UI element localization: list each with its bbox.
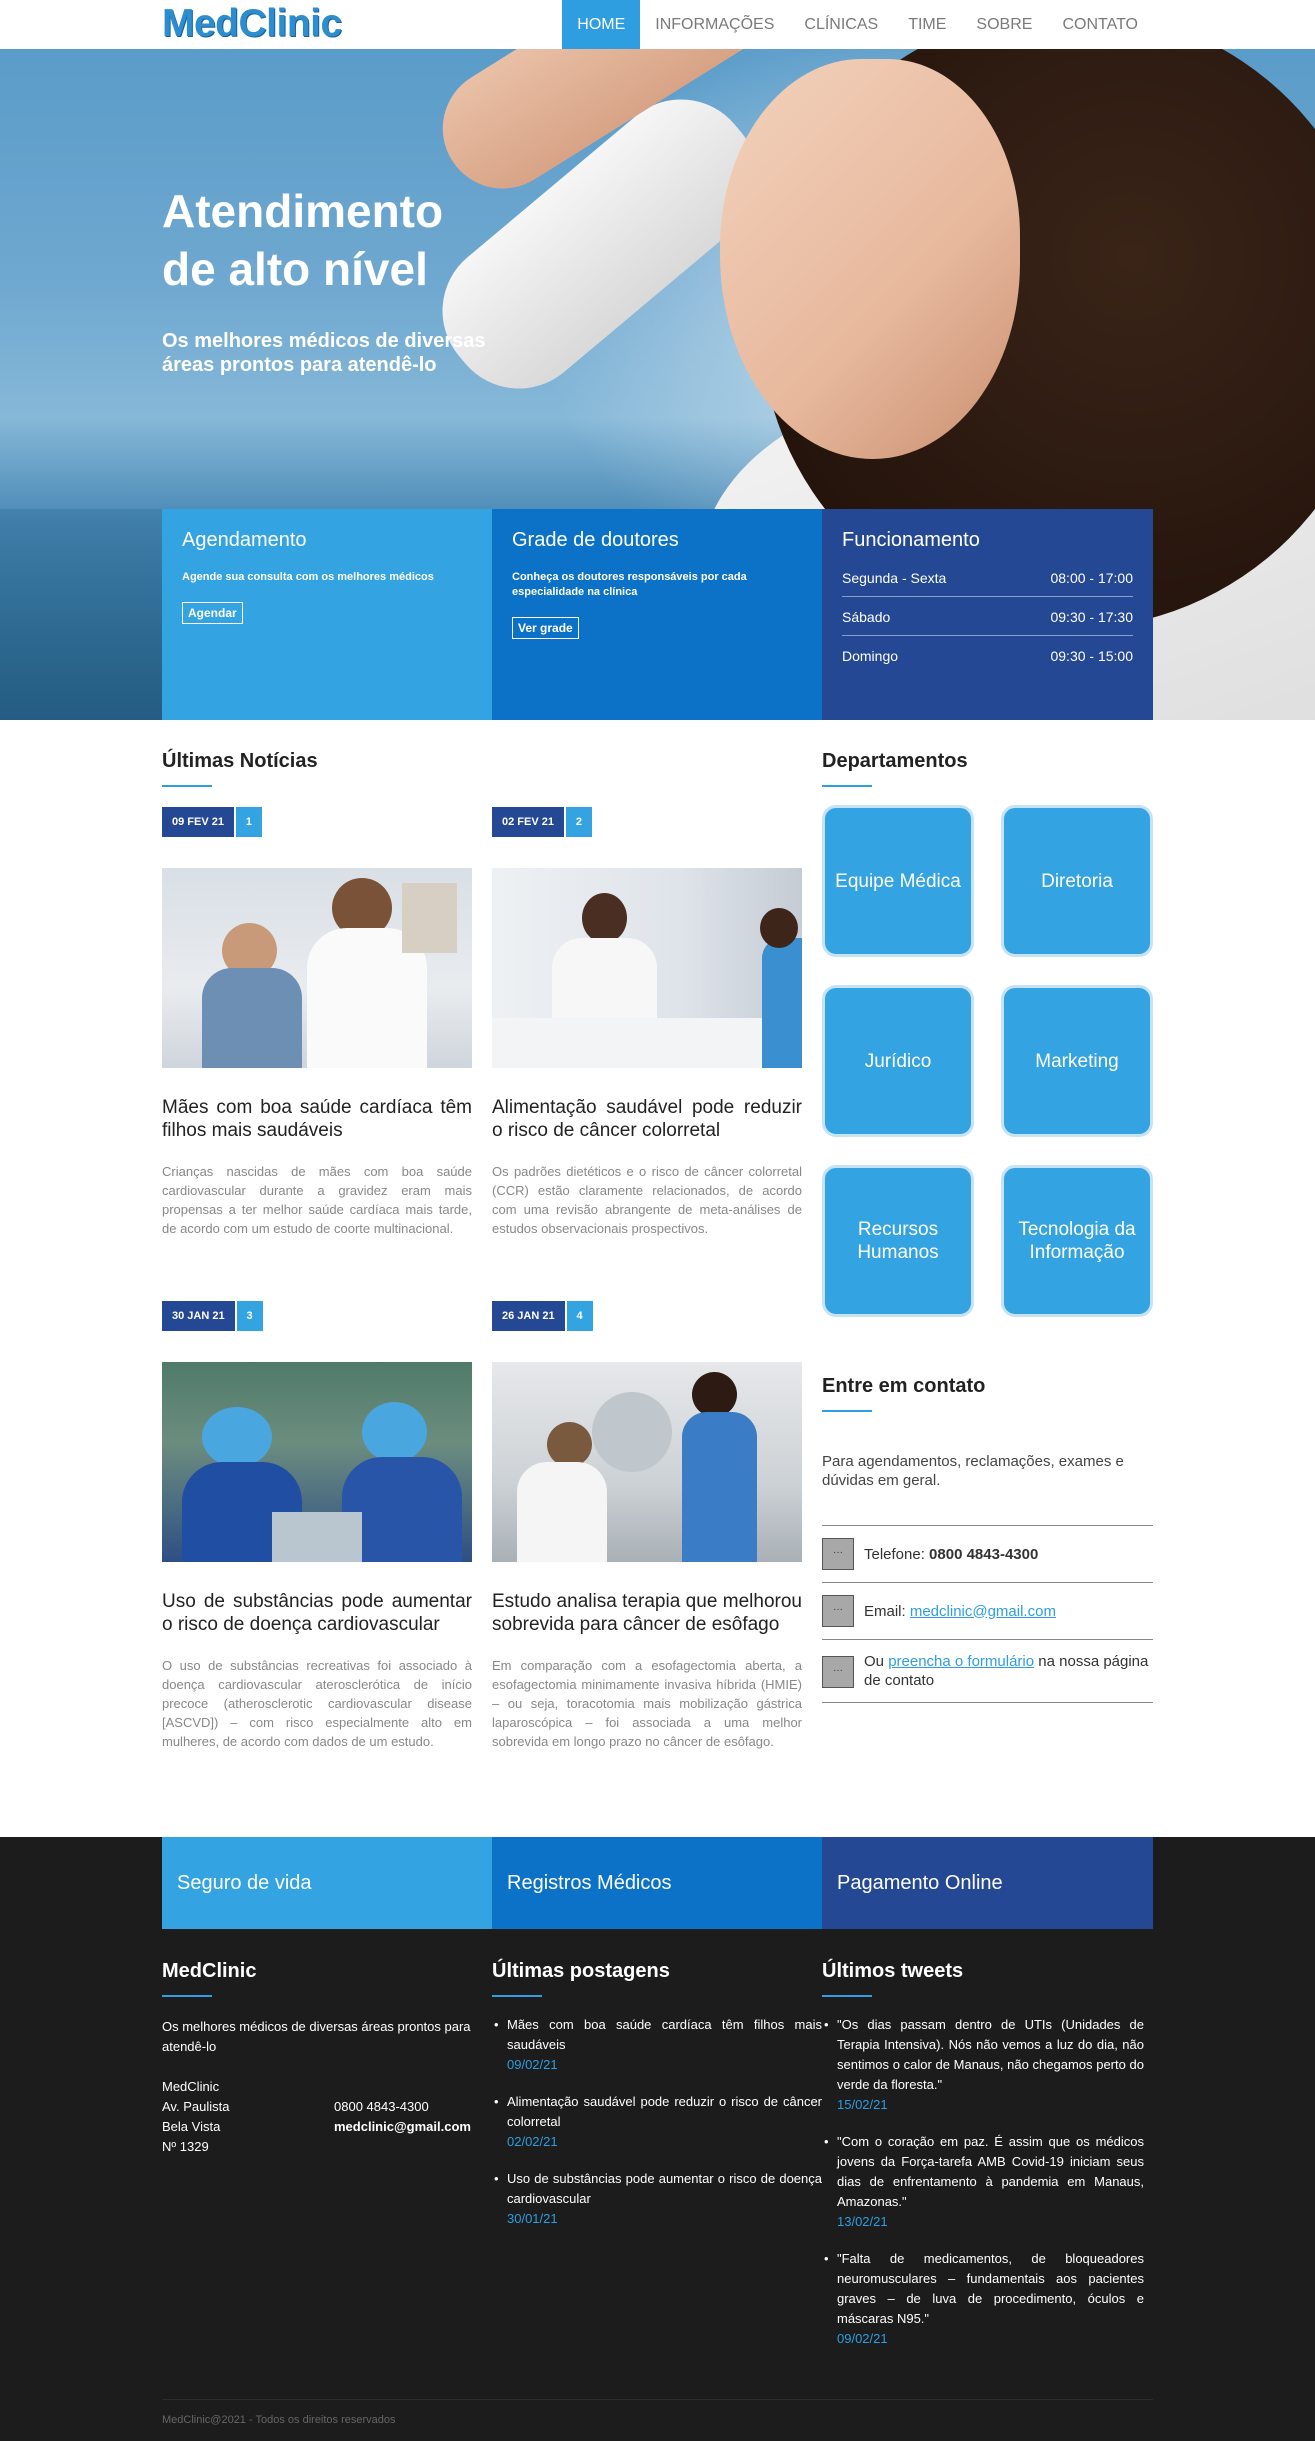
- hero-subtitle: Os melhores médicos de diversas áreas pr…: [162, 330, 486, 376]
- info-boxes: Agendamento Agende sua consulta com os m…: [162, 509, 1153, 720]
- footer-about-text: Os melhores médicos de diversas áreas pr…: [162, 2019, 471, 2054]
- nav-clinicas[interactable]: CLÍNICAS: [789, 0, 893, 49]
- departments-title: Departamentos: [822, 750, 968, 772]
- agendar-button[interactable]: Agendar: [182, 602, 243, 624]
- news-headline[interactable]: Mães com boa saúde cardíaca têm filhos m…: [162, 1096, 472, 1142]
- news-card[interactable]: 09 FEV 21 1 Mães com boa saúde cardíaca t…: [162, 807, 472, 1238]
- agendamento-box: Agendamento Agende sua consulta com os m…: [162, 509, 492, 720]
- main-nav: HOME INFORMAÇÕES CLÍNICAS TIME SOBRE CON…: [562, 0, 1153, 49]
- contact-email: ··· Email: medclinic@gmail.com: [822, 1583, 1153, 1640]
- departments-section: Departamentos Equipe Médica Diretoria Ju…: [822, 750, 1153, 1317]
- news-headline[interactable]: Alimentação saudável pode reduzir o risc…: [492, 1096, 802, 1142]
- footer-about-title: MedClinic: [162, 1960, 257, 1982]
- news-photo[interactable]: [492, 868, 802, 1068]
- hero-title: Atendimento de alto nível: [162, 185, 444, 295]
- footer-tweets-title: Últimos tweets: [822, 1960, 964, 1982]
- title-underline: [822, 785, 872, 787]
- header: MedClinic HOME INFORMAÇÕES CLÍNICAS TIME…: [0, 0, 1315, 49]
- contact-section: Entre em contato Para agendamentos, recl…: [822, 1375, 1153, 1703]
- title-underline: [162, 785, 212, 787]
- dept-equipe-medica[interactable]: Equipe Médica: [822, 805, 974, 957]
- footer: Seguro de vida Registros Médicos Pagamen…: [0, 1837, 1315, 2441]
- title-underline: [492, 1995, 542, 1997]
- grade-text: Conheça os doutores responsáveis por cad…: [512, 571, 747, 598]
- footer-contact: 0800 4843-4300 medclinic@gmail.com: [334, 2099, 471, 2134]
- contact-title: Entre em contato: [822, 1375, 986, 1397]
- email-link[interactable]: medclinic@gmail.com: [910, 1603, 1056, 1620]
- band-seguro[interactable]: Seguro de vida: [162, 1837, 492, 1929]
- post-item[interactable]: Uso de substâncias pode aumentar o risco…: [492, 2169, 822, 2229]
- tweet-item: "Falta de medicamentos, de bloqueadores …: [822, 2249, 1144, 2349]
- tweet-item: "Os dias passam dentro de UTIs (Unidades…: [822, 2015, 1144, 2115]
- news-date: 30 JAN 21 3: [162, 1301, 472, 1331]
- footer-address: MedClinic Av. Paulista Bela Vista Nº 132…: [162, 2079, 230, 2154]
- footer-divider: [162, 2399, 1153, 2400]
- news-excerpt: Em comparação com a esofagectomia aberta…: [492, 1658, 802, 1749]
- news-card[interactable]: 02 FEV 21 2 Alimentação saudável pode red…: [492, 807, 802, 1238]
- dept-juridico[interactable]: Jurídico: [822, 985, 974, 1137]
- grade-title: Grade de doutores: [512, 529, 679, 551]
- agendamento-text: Agende sua consulta com os melhores médi…: [182, 571, 434, 583]
- nav-time[interactable]: TIME: [893, 0, 961, 49]
- news-date: 26 JAN 21 4: [492, 1301, 802, 1331]
- contact-list: ··· Telefone: 0800 4843-4300 ··· Email: …: [822, 1525, 1153, 1703]
- nav-sobre[interactable]: SOBRE: [961, 0, 1047, 49]
- funcionamento-box: Funcionamento Segunda - Sexta 08:00 - 17:…: [822, 509, 1153, 720]
- footer-tweets: Últimos tweets "Os dias passam dentro de…: [822, 1960, 1144, 2366]
- nav-informacoes[interactable]: INFORMAÇÕES: [640, 0, 789, 49]
- hours-row: Sábado 09:30 - 17:30: [842, 597, 1133, 636]
- hours-row: Segunda - Sexta 08:00 - 17:00: [842, 558, 1133, 597]
- hours-row: Domingo 09:30 - 15:00: [842, 648, 1133, 664]
- news-photo[interactable]: [492, 1362, 802, 1562]
- agendamento-title: Agendamento: [182, 529, 307, 551]
- news-date: 09 FEV 21 1: [162, 807, 472, 837]
- news-excerpt: O uso de substâncias recreativas foi ass…: [162, 1658, 472, 1749]
- news-title: Últimas Notícias: [162, 750, 318, 772]
- funcionamento-title: Funcionamento: [842, 529, 980, 551]
- nav-home[interactable]: HOME: [562, 0, 641, 49]
- title-underline: [162, 1995, 212, 1997]
- dept-recursos-humanos[interactable]: Recursos Humanos: [822, 1165, 974, 1317]
- form-icon: ···: [822, 1656, 854, 1688]
- title-underline: [822, 1995, 872, 1997]
- phone-icon: ···: [822, 1538, 854, 1570]
- news-card[interactable]: 30 JAN 21 3 Uso de substâncias pode aumen…: [162, 1301, 472, 1751]
- contact-phone: ··· Telefone: 0800 4843-4300: [822, 1526, 1153, 1583]
- dept-marketing[interactable]: Marketing: [1001, 985, 1153, 1137]
- news-excerpt: Os padrões dietéticos e o risco de cânce…: [492, 1164, 802, 1236]
- ver-grade-button[interactable]: Ver grade: [512, 617, 579, 639]
- news-photo[interactable]: [162, 868, 472, 1068]
- footer-about: MedClinic Os melhores médicos de diversa…: [162, 1960, 492, 2157]
- news-headline[interactable]: Uso de substâncias pode aumentar o risco…: [162, 1590, 472, 1636]
- post-item[interactable]: Alimentação saudável pode reduzir o risc…: [492, 2092, 822, 2152]
- post-item[interactable]: Mães com boa saúde cardíaca têm filhos m…: [492, 2015, 822, 2075]
- footer-posts: Últimas postagens Mães com boa saúde car…: [492, 1960, 822, 2246]
- news-section: Últimas Notícias 09 FEV 21 1 Mães com boa…: [162, 750, 802, 1749]
- news-excerpt: Crianças nascidas de mães com boa saúde …: [162, 1164, 472, 1236]
- email-icon: ···: [822, 1595, 854, 1627]
- grade-box: Grade de doutores Conheça os doutores re…: [492, 509, 822, 720]
- band-registros[interactable]: Registros Médicos: [492, 1837, 822, 1929]
- nav-contato[interactable]: CONTATO: [1047, 0, 1153, 49]
- form-link[interactable]: preencha o formulário: [888, 1653, 1034, 1670]
- contact-form: ··· Ou preencha o formulário na nossa pá…: [822, 1640, 1153, 1703]
- footer-bands: Seguro de vida Registros Médicos Pagamen…: [162, 1837, 1153, 1929]
- title-underline: [822, 1410, 872, 1412]
- hero-face: [720, 59, 1020, 459]
- logo[interactable]: MedClinic: [162, 2, 342, 46]
- dept-tecnologia[interactable]: Tecnologia da Informação: [1001, 1165, 1153, 1317]
- dept-diretoria[interactable]: Diretoria: [1001, 805, 1153, 957]
- band-pagamento[interactable]: Pagamento Online: [822, 1837, 1153, 1929]
- copyright: MedClinic@2021 - Todos os direitos reser…: [162, 2414, 396, 2426]
- news-date: 02 FEV 21 2: [492, 807, 802, 837]
- news-headline[interactable]: Estudo analisa terapia que melhorou sobr…: [492, 1590, 802, 1636]
- news-photo[interactable]: [162, 1362, 472, 1562]
- tweet-item: "Com o coração em paz. É assim que os mé…: [822, 2132, 1144, 2232]
- news-card[interactable]: 26 JAN 21 4 Estudo analisa terapia que me…: [492, 1301, 802, 1751]
- contact-intro: Para agendamentos, reclamações, exames e…: [822, 1453, 1124, 1489]
- footer-posts-title: Últimas postagens: [492, 1960, 670, 1982]
